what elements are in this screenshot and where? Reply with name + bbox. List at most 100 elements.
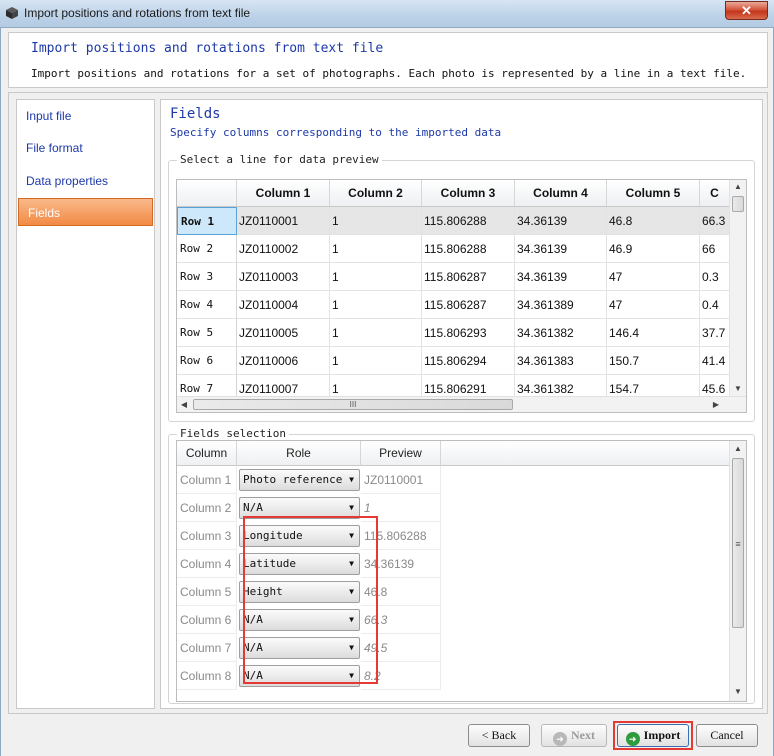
table-cell[interactable]: 0.4 — [700, 291, 730, 319]
table-cell[interactable]: 115.806288 — [422, 207, 515, 235]
row-header[interactable]: Row 2 — [177, 235, 237, 263]
table-cell[interactable]: 0.3 — [700, 263, 730, 291]
table-cell[interactable]: 115.806294 — [422, 347, 515, 375]
scroll-left-icon[interactable]: ◀ — [179, 400, 189, 409]
field-column-name: Column 7 — [177, 634, 237, 662]
preview-vertical-scrollbar[interactable]: ▲ ▼ — [729, 180, 746, 396]
table-cell[interactable]: JZ0110005 — [237, 319, 330, 347]
table-cell[interactable]: 34.361389 — [515, 291, 607, 319]
table-cell[interactable]: 41.4 — [700, 347, 730, 375]
table-cell[interactable]: 46.9 — [607, 235, 700, 263]
back-button[interactable]: < Back — [468, 724, 530, 747]
page-subtitle: Specify columns corresponding to the imp… — [170, 126, 502, 139]
row-header[interactable]: Row 1 — [177, 207, 237, 235]
table-cell[interactable]: 66 — [700, 235, 730, 263]
table-cell[interactable]: JZ0110004 — [237, 291, 330, 319]
cancel-button-label: Cancel — [710, 728, 744, 742]
group-legend: Select a line for data preview — [177, 153, 382, 166]
column-header[interactable]: Column 4 — [515, 180, 607, 207]
scroll-right-icon[interactable]: ▶ — [711, 400, 721, 409]
table-cell[interactable]: JZ0110003 — [237, 263, 330, 291]
table-cell[interactable]: 34.36139 — [515, 263, 607, 291]
wizard-header: Import positions and rotations from text… — [8, 32, 768, 88]
table-cell[interactable]: 37.7 — [700, 319, 730, 347]
column-header: Role — [237, 441, 361, 466]
table-cell[interactable]: 146.4 — [607, 319, 700, 347]
field-column-name: Column 4 — [177, 550, 237, 578]
table-cell[interactable]: 34.36139 — [515, 235, 607, 263]
table-cell[interactable]: 34.36139 — [515, 207, 607, 235]
scroll-down-icon[interactable]: ▼ — [730, 687, 746, 696]
table-cell[interactable]: 47 — [607, 263, 700, 291]
import-arrow-icon: ➜ — [625, 732, 640, 746]
import-button-label: Import — [643, 728, 681, 742]
row-header[interactable]: Row 3 — [177, 263, 237, 291]
scroll-down-icon[interactable]: ▼ — [730, 384, 746, 393]
scrollbar-thumb[interactable] — [732, 196, 744, 212]
table-corner — [177, 180, 237, 207]
app-icon — [6, 7, 18, 19]
table-cell[interactable]: 66.3 — [700, 207, 730, 235]
scrollbar-thumb[interactable]: ≡ — [732, 458, 744, 628]
header-filler — [441, 441, 729, 466]
nav-item-file-format[interactable]: File format — [17, 134, 154, 162]
table-cell[interactable]: 115.806287 — [422, 263, 515, 291]
field-column-name: Column 3 — [177, 522, 237, 550]
table-cell[interactable]: 1 — [330, 319, 422, 347]
fields-vertical-scrollbar[interactable]: ▲ ≡ ▼ — [729, 441, 746, 701]
table-cell[interactable]: JZ0110001 — [237, 207, 330, 235]
nav-item-input-file[interactable]: Input file — [17, 102, 154, 130]
field-column-name: Column 6 — [177, 606, 237, 634]
next-button[interactable]: ➜ Next — [541, 724, 607, 747]
column-header[interactable]: Column 5 — [607, 180, 700, 207]
table-cell[interactable]: 115.806288 — [422, 235, 515, 263]
wizard-subtitle: Import positions and rotations for a set… — [31, 67, 747, 80]
field-column-name: Column 1 — [177, 466, 237, 494]
column-header[interactable]: Column 3 — [422, 180, 515, 207]
column-header[interactable]: C — [700, 180, 730, 207]
table-cell[interactable]: 1 — [330, 207, 422, 235]
table-cell[interactable]: 34.361383 — [515, 347, 607, 375]
table-cell[interactable]: 47 — [607, 291, 700, 319]
row-header[interactable]: Row 5 — [177, 319, 237, 347]
cancel-button[interactable]: Cancel — [696, 724, 758, 747]
wizard-steps-nav: Input file File format Data properties F… — [16, 99, 155, 709]
close-icon: ✕ — [741, 3, 752, 18]
role-dropdown-value: N/A — [243, 501, 263, 514]
row-header[interactable]: Row 6 — [177, 347, 237, 375]
table-cell[interactable]: 115.806287 — [422, 291, 515, 319]
table-cell[interactable]: 1 — [330, 263, 422, 291]
scrollbar-thumb[interactable]: III — [193, 399, 513, 410]
table-cell[interactable]: 1 — [330, 347, 422, 375]
back-button-label: < Back — [481, 728, 517, 742]
scroll-up-icon[interactable]: ▲ — [730, 444, 746, 453]
table-cell[interactable]: 1 — [330, 291, 422, 319]
next-arrow-icon: ➜ — [553, 732, 567, 746]
preview-horizontal-scrollbar[interactable]: ◀ III ▶ — [177, 396, 746, 412]
table-cell[interactable]: 115.806293 — [422, 319, 515, 347]
close-button[interactable]: ✕ — [725, 1, 768, 20]
next-button-label: Next — [571, 728, 595, 742]
chevron-down-icon[interactable]: ▼ — [349, 470, 354, 490]
window-title: Import positions and rotations from text… — [24, 6, 251, 20]
role-dropdown-value: Photo reference — [243, 473, 343, 486]
column-header[interactable]: Column 1 — [237, 180, 330, 207]
wizard-title: Import positions and rotations from text… — [31, 41, 384, 56]
table-cell[interactable]: JZ0110006 — [237, 347, 330, 375]
column-header[interactable]: Column 2 — [330, 180, 422, 207]
content-panel: Input file File format Data properties F… — [8, 92, 768, 714]
table-cell[interactable]: 1 — [330, 235, 422, 263]
nav-item-data-properties[interactable]: Data properties — [17, 167, 154, 195]
table-cell[interactable]: 150.7 — [607, 347, 700, 375]
table-cell[interactable]: 46.8 — [607, 207, 700, 235]
row-header[interactable]: Row 4 — [177, 291, 237, 319]
data-preview-table[interactable]: Column 1 Column 2 Column 3 Column 4 Colu… — [176, 179, 747, 413]
role-dropdown[interactable]: Photo reference ▼ — [239, 469, 360, 491]
scroll-up-icon[interactable]: ▲ — [730, 182, 746, 191]
chevron-down-icon[interactable]: ▼ — [349, 498, 354, 518]
import-button[interactable]: ➜ Import — [617, 724, 689, 747]
table-cell[interactable]: 34.361382 — [515, 319, 607, 347]
nav-item-fields[interactable]: Fields — [18, 198, 153, 226]
table-cell[interactable]: JZ0110002 — [237, 235, 330, 263]
column-header: Column — [177, 441, 237, 466]
